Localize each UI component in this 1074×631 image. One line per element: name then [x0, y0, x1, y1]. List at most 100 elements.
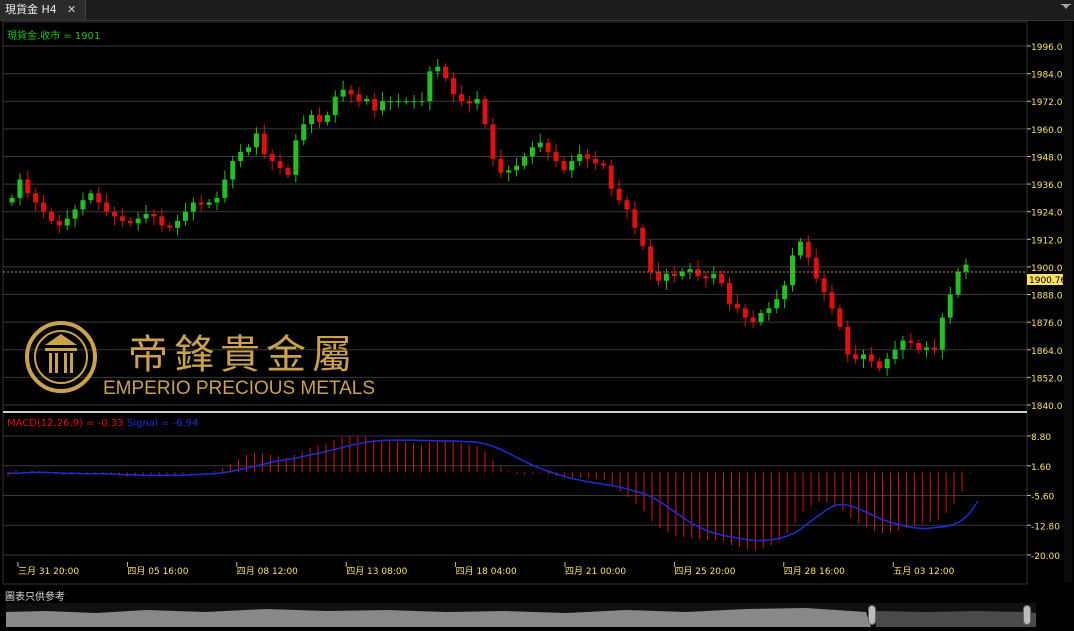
candle-body — [561, 161, 567, 171]
navigator-preview — [6, 603, 1036, 627]
tab-menu-dropdown-icon[interactable] — [1062, 4, 1070, 9]
candle-body — [324, 115, 330, 122]
candle-body — [853, 354, 859, 359]
candle-body — [939, 317, 945, 350]
time-tick-label: 五月 03 12:00 — [893, 566, 954, 577]
close-icon[interactable]: ✕ — [67, 0, 76, 20]
time-tick-label: 四月 18 04:00 — [456, 566, 517, 577]
candle-body — [80, 200, 86, 210]
candle-body — [805, 241, 811, 258]
candle-body — [443, 66, 449, 79]
current-price-badge: 1900.76 — [1027, 274, 1066, 286]
macd-tick-label: -20.00 — [1031, 552, 1060, 562]
candle-body — [766, 308, 772, 313]
candle-body — [332, 96, 338, 116]
vertical-scroll-track[interactable] — [1064, 22, 1072, 582]
candle-body — [182, 211, 188, 221]
candle-body — [293, 140, 299, 175]
candle-body — [214, 197, 220, 203]
time-tick-label: 四月 08 12:00 — [237, 566, 298, 577]
tab-bar: 現貨金 H4 ✕ — [0, 0, 1074, 21]
candle-body — [261, 133, 267, 155]
candle-body — [403, 101, 409, 103]
candle-body — [206, 202, 212, 205]
time-tick-label: 三月 31 20:00 — [18, 566, 79, 577]
candle-body — [671, 273, 677, 277]
price-tick-label: 1876.0 — [1031, 319, 1063, 329]
candle-body — [537, 142, 543, 148]
candle-body — [592, 158, 598, 164]
price-tick-label: 1984.0 — [1031, 71, 1063, 81]
current-price-text: 1900.76 — [1029, 276, 1066, 286]
candle-body — [884, 358, 890, 369]
candle-body — [955, 271, 961, 295]
candle-body — [774, 299, 780, 309]
candle-body — [963, 264, 969, 272]
candle-body — [695, 269, 701, 277]
candle-body — [48, 211, 54, 221]
time-tick-label: 四月 05 16:00 — [127, 566, 188, 577]
logo-english-text: EMPERIO PRECIOUS METALS — [103, 378, 375, 399]
price-tick-label: 1924.0 — [1031, 209, 1063, 219]
candle-body — [340, 89, 346, 97]
time-tick-label: 四月 21 00:00 — [565, 566, 626, 577]
candle-body — [632, 209, 638, 228]
candle-body — [238, 151, 244, 162]
candle-body — [734, 303, 740, 309]
candle-body — [9, 197, 15, 203]
time-tick-label: 四月 25 20:00 — [674, 566, 735, 577]
candle-body — [427, 71, 433, 102]
candle-body — [372, 98, 378, 111]
candle-body — [577, 154, 583, 162]
navigator-left-handle[interactable] — [868, 605, 876, 625]
time-tick-label: 四月 13 08:00 — [346, 566, 407, 577]
logo-chinese-text: 帝鋒貴金屬 — [128, 332, 358, 378]
candle-body — [868, 354, 874, 362]
navigator-right-handle[interactable] — [1023, 605, 1031, 625]
macd-tick-label: 1.60 — [1031, 463, 1051, 473]
candle-body — [900, 340, 906, 350]
candle-body — [829, 292, 835, 309]
candle-body — [947, 294, 953, 318]
price-tick-label: 1864.0 — [1031, 347, 1063, 357]
candle-body — [285, 167, 291, 175]
price-tick-label: 1852.0 — [1031, 374, 1063, 384]
candle-body — [277, 161, 283, 168]
candle-body — [190, 202, 196, 212]
candle-body — [529, 147, 535, 157]
candle-body — [616, 188, 622, 201]
tab-spot-gold-h4[interactable]: 現貨金 H4 ✕ — [0, 0, 86, 20]
navigator-scrollbar[interactable] — [6, 603, 1036, 627]
candle-body — [790, 255, 796, 286]
price-tick-label: 1996.0 — [1031, 43, 1063, 53]
candle-body — [924, 347, 930, 350]
price-chart[interactable]: 帝鋒貴金屬 EMPERIO PRECIOUS METALS 現貨金.收市 = 1… — [0, 21, 1074, 587]
candle-body — [813, 257, 819, 279]
candle-body — [127, 220, 133, 224]
candle-body — [111, 211, 117, 217]
candle-body — [167, 225, 173, 228]
candle-body — [72, 209, 78, 219]
candle-body — [301, 124, 307, 141]
candle-body — [845, 326, 851, 355]
candle-body — [253, 133, 259, 148]
candle-body — [135, 218, 141, 224]
candle-body — [876, 361, 882, 369]
candle-body — [931, 347, 937, 350]
candle-body — [600, 163, 606, 166]
price-tick-label: 1840.0 — [1031, 402, 1063, 412]
candle-body — [309, 115, 315, 125]
price-tick-label: 1960.0 — [1031, 126, 1063, 136]
price-label: 現貨金.收市 = 1901 — [7, 29, 100, 42]
candle-body — [56, 220, 62, 226]
candle-body — [395, 101, 401, 103]
candle-body — [782, 285, 788, 300]
candle-body — [908, 340, 914, 343]
price-tick-label: 1912.0 — [1031, 236, 1063, 246]
candle-body — [648, 246, 654, 272]
candle-body — [458, 94, 464, 102]
candle-body — [861, 354, 867, 359]
macd-tick-label: -12.80 — [1031, 522, 1060, 532]
candle-body — [545, 142, 551, 152]
tab-label: 現貨金 H4 — [5, 3, 57, 16]
